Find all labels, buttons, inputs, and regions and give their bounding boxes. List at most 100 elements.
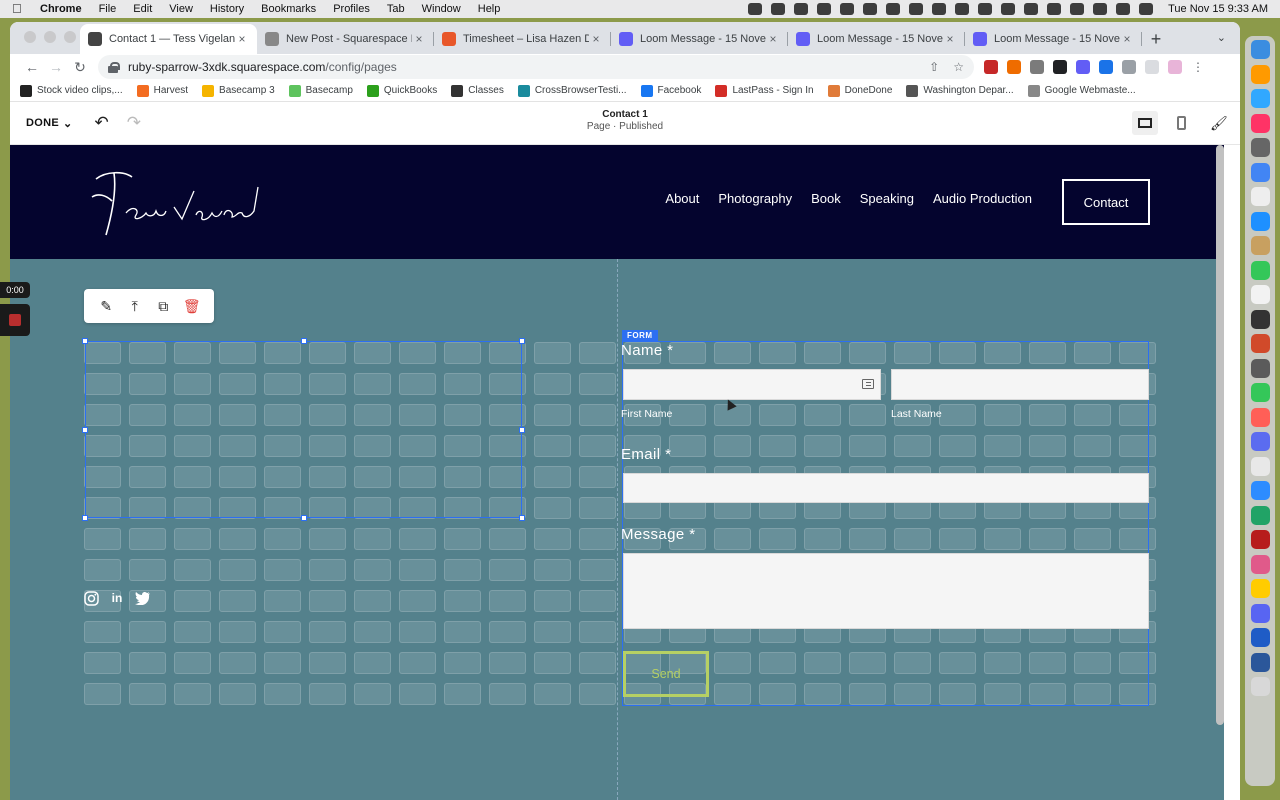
close-window-button[interactable] — [24, 31, 36, 43]
siri-icon[interactable] — [1139, 3, 1154, 15]
creative-cloud-status-icon[interactable] — [771, 3, 786, 15]
dock-photoshop-icon[interactable] — [1250, 89, 1270, 108]
resize-handle-top-left[interactable] — [82, 338, 88, 344]
menu-clock[interactable]: Tue Nov 15 9:33 AM — [1168, 3, 1268, 15]
reload-button[interactable]: ↻ — [68, 59, 92, 76]
dock-trash-icon[interactable] — [1250, 677, 1270, 696]
dock-loom-icon[interactable] — [1250, 432, 1270, 451]
share-icon[interactable]: ⇧ — [929, 60, 939, 74]
menu-help[interactable]: Help — [478, 3, 501, 15]
nav-audio-production[interactable]: Audio Production — [933, 191, 1032, 206]
menu-profiles[interactable]: Profiles — [333, 3, 370, 15]
dock-app-store-icon[interactable] — [1250, 260, 1270, 280]
time-machine-icon[interactable] — [1047, 3, 1062, 15]
bookmark-item[interactable]: CrossBrowserTesti... — [517, 84, 627, 97]
bi-status-icon[interactable] — [886, 3, 901, 15]
forward-button[interactable]: → — [44, 59, 68, 75]
dock-filezilla-icon[interactable] — [1250, 530, 1270, 549]
dock-notes-icon[interactable] — [1250, 236, 1270, 255]
trash-icon[interactable]: 🗑 — [183, 297, 201, 315]
volume-icon[interactable] — [1001, 3, 1016, 15]
undo-icon[interactable]: ↶ — [95, 113, 109, 133]
menu-tab[interactable]: Tab — [387, 3, 405, 15]
tab-close-icon[interactable]: × — [766, 32, 780, 46]
autofill-contact-icon[interactable] — [862, 379, 874, 389]
resize-handle-bottom-right[interactable] — [519, 515, 525, 521]
duplicate-icon[interactable]: ⧉ — [154, 297, 172, 315]
extension-loom-icon[interactable] — [1076, 60, 1090, 74]
tab-3[interactable]: Loom Message - 15 November× — [611, 24, 788, 54]
form-block[interactable]: FORM Name * First Name Last Name Email *… — [621, 330, 1149, 706]
extension-calendar-icon[interactable] — [984, 60, 998, 74]
dock-activity-monitor-icon[interactable] — [1250, 358, 1270, 378]
menu-window[interactable]: Window — [422, 3, 461, 15]
dock-compass-icon[interactable] — [1250, 334, 1270, 353]
bookmark-item[interactable]: LastPass - Sign In — [715, 84, 814, 97]
first-name-field[interactable] — [623, 369, 881, 400]
bookmark-item[interactable]: QuickBooks — [366, 84, 437, 97]
resize-handle-top-right[interactable] — [519, 338, 525, 344]
user-icon[interactable] — [1093, 3, 1108, 15]
help-status-icon[interactable] — [955, 3, 970, 15]
dock-finder-icon[interactable] — [1250, 40, 1270, 59]
dock-textedit-icon[interactable] — [1250, 285, 1270, 304]
dock-illustrator-icon[interactable] — [1250, 64, 1270, 84]
dock-messages-icon[interactable] — [1250, 383, 1270, 402]
desktop-view-button[interactable] — [1132, 111, 1158, 135]
bookmark-item[interactable]: Washington Depar... — [906, 84, 1014, 97]
nav-book[interactable]: Book — [811, 191, 841, 206]
tab-1[interactable]: New Post - Squarespace Forum× — [257, 24, 434, 54]
dock-discord-icon[interactable] — [1250, 603, 1270, 623]
nav-photography[interactable]: Photography — [718, 191, 792, 206]
done-button[interactable]: DONE ⌄ — [26, 117, 73, 130]
tab-close-icon[interactable]: × — [943, 32, 957, 46]
bookmark-star-icon[interactable]: ☆ — [953, 60, 964, 74]
redo-icon[interactable]: ↷ — [127, 113, 141, 133]
tab-2[interactable]: Timesheet – Lisa Hazen Design× — [434, 24, 611, 54]
s-status-icon[interactable] — [794, 3, 809, 15]
site-logo[interactable] — [86, 167, 266, 239]
dock-word-icon[interactable] — [1250, 652, 1270, 672]
d-status-icon[interactable] — [817, 3, 832, 15]
bookmark-item[interactable]: Basecamp — [288, 84, 353, 97]
profile-avatar-icon[interactable] — [1168, 60, 1182, 74]
wd-status-icon[interactable] — [748, 3, 763, 15]
bookmark-item[interactable]: Stock video clips,... — [20, 84, 123, 97]
tab-5[interactable]: Loom Message - 15 November× — [965, 24, 1142, 54]
apple-menu-icon[interactable]:  — [12, 2, 28, 16]
tab-close-icon[interactable]: × — [589, 32, 603, 46]
dock-system-preferences-icon[interactable] — [1250, 138, 1270, 157]
linkedin-icon[interactable]: in — [109, 590, 125, 606]
minimize-window-button[interactable] — [44, 31, 56, 43]
dock-crossover-icon[interactable] — [1250, 579, 1270, 598]
site-styles-button[interactable]: 🖌 — [1204, 111, 1230, 135]
bookmark-item[interactable]: Facebook — [640, 84, 701, 97]
move-to-top-icon[interactable]: ⤒ — [126, 297, 144, 315]
last-name-field[interactable] — [891, 369, 1149, 400]
tab-close-icon[interactable]: × — [1120, 32, 1134, 46]
dock-mail-icon[interactable] — [1250, 554, 1270, 574]
bookmark-item[interactable]: Classes — [451, 84, 504, 97]
bookmark-item[interactable]: Harvest — [136, 84, 188, 97]
bookmark-item[interactable]: DoneDone — [827, 84, 892, 97]
dock-zoom-icon[interactable] — [1250, 481, 1270, 500]
tab-4[interactable]: Loom Message - 15 November× — [788, 24, 965, 54]
malwarebytes-status-icon[interactable] — [909, 3, 924, 15]
menu-file[interactable]: File — [99, 3, 117, 15]
dock-calendar-icon[interactable] — [1250, 187, 1270, 206]
zoom-window-button[interactable] — [64, 31, 76, 43]
send-button[interactable]: Send — [623, 651, 709, 697]
new-tab-button[interactable]: + — [1142, 24, 1170, 54]
instagram-icon[interactable] — [83, 590, 99, 606]
side-panel-icon[interactable] — [1145, 60, 1159, 74]
dock-spotify-icon[interactable] — [1250, 456, 1270, 476]
extension-color-icon[interactable] — [1099, 60, 1113, 74]
extension-grammar-icon[interactable] — [1030, 60, 1044, 74]
drop-status-icon[interactable] — [932, 3, 947, 15]
menu-bookmarks[interactable]: Bookmarks — [261, 3, 316, 15]
lock-icon[interactable] — [108, 61, 120, 73]
bookmark-item[interactable]: Google Webmaste... — [1027, 84, 1136, 97]
loom-stop-button[interactable] — [0, 304, 30, 336]
extensions-puzzle-icon[interactable] — [1122, 60, 1136, 74]
email-field[interactable] — [623, 473, 1149, 503]
